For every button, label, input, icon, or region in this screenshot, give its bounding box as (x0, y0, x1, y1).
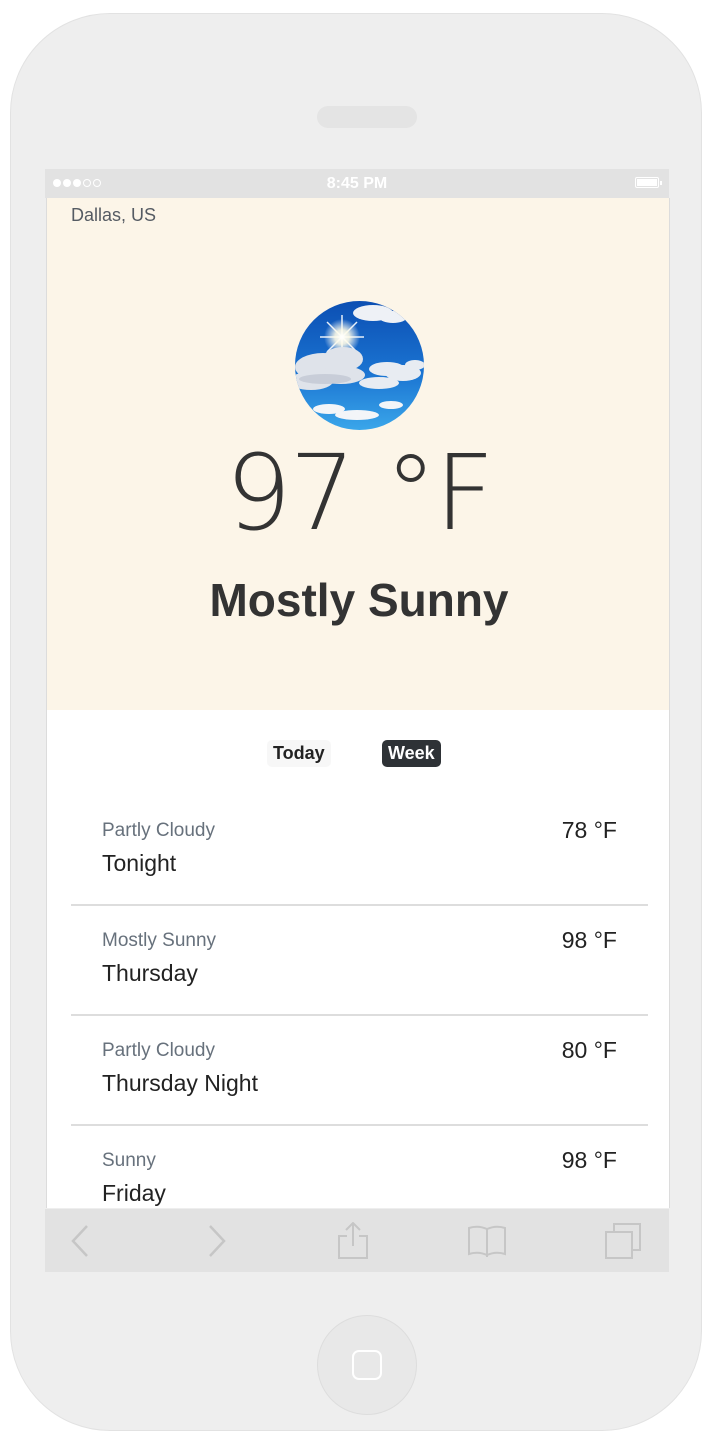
forecast-list: Partly Cloudy Tonight 78 °F Mostly Sunny… (71, 796, 648, 1208)
forecast-temperature: 78 °F (561, 817, 617, 843)
forecast-condition: Sunny (102, 1150, 156, 1171)
tabs-icon[interactable] (603, 1222, 643, 1260)
view-tabs: Today Week (47, 740, 669, 768)
speaker-grille (317, 106, 417, 128)
forecast-row[interactable]: Partly Cloudy Thursday Night 80 °F (71, 1016, 648, 1126)
forecast-condition: Mostly Sunny (102, 930, 217, 951)
status-bar: 8:45 PM (45, 169, 669, 198)
forecast-period: Thursday (102, 960, 198, 986)
current-weather-panel: Dallas, US 97 °F Mostly Sunny (47, 198, 669, 710)
forecast-condition: Partly Cloudy (102, 820, 215, 841)
battery-icon (635, 177, 662, 188)
forecast-row[interactable]: Partly Cloudy Tonight 78 °F (71, 796, 648, 906)
forecast-row[interactable]: Sunny Friday 98 °F (71, 1126, 648, 1208)
forecast-row[interactable]: Mostly Sunny Thursday 98 °F (71, 906, 648, 1016)
forecast-temperature: 80 °F (561, 1037, 617, 1063)
bookmarks-icon[interactable] (467, 1222, 507, 1260)
current-condition: Mostly Sunny (209, 574, 509, 626)
screen: Dallas, US 97 °F Mostly Sunny Today Week… (46, 198, 670, 1208)
forward-icon[interactable] (196, 1222, 236, 1260)
back-icon[interactable] (61, 1222, 101, 1260)
forecast-period: Tonight (102, 850, 177, 876)
status-time: 8:45 PM (326, 175, 388, 192)
home-button-square-icon (352, 1350, 382, 1380)
forecast-condition: Partly Cloudy (102, 1040, 215, 1061)
browser-toolbar (45, 1209, 669, 1272)
sun-with-clouds-icon (295, 301, 424, 430)
home-button[interactable] (317, 1315, 417, 1415)
forecast-temperature: 98 °F (561, 927, 617, 953)
forecast-period: Friday (102, 1180, 166, 1206)
tab-today[interactable]: Today (267, 740, 331, 767)
share-icon[interactable] (333, 1222, 373, 1260)
forecast-temperature: 98 °F (561, 1147, 617, 1173)
forecast-period: Thursday Night (102, 1070, 258, 1096)
current-temperature: 97 °F (225, 432, 494, 554)
tab-week[interactable]: Week (382, 740, 441, 767)
location-label: Dallas, US (71, 205, 157, 225)
